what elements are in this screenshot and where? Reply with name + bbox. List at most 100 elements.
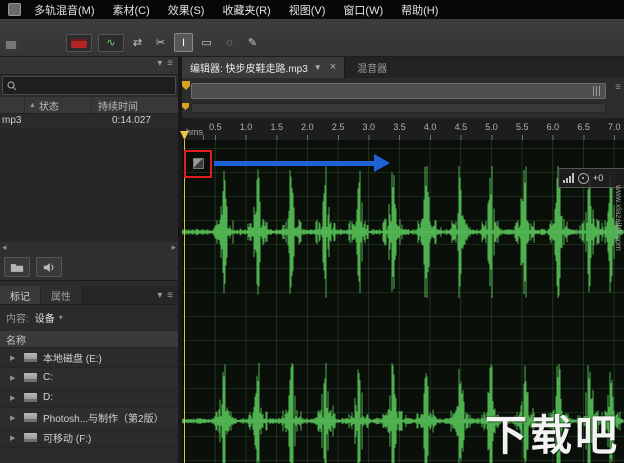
menu-item[interactable]: 帮助(H) [392,0,447,20]
ruler-tick-label: 0.5 [209,122,222,132]
drive-icon [24,353,37,362]
ruler-tick-label: 5.5 [515,122,529,132]
files-panel-buttons [0,254,178,281]
drive-row[interactable]: ▶ C: [0,368,178,388]
column-duration[interactable]: 持续时间 [92,98,138,113]
ruler-tick-label: 2.5 [331,122,345,132]
expand-arrow-icon[interactable]: ▶ [10,414,18,422]
menu-item[interactable]: 多轨混音(M) [25,0,104,20]
tab-dropdown-icon[interactable]: ▼ [314,63,322,72]
drive-row[interactable]: ▶ 本地磁盘 (E:) [0,348,178,368]
annotation-arrow [214,161,374,166]
menu-item[interactable]: 素材(C) [104,0,159,20]
scroll-right-icon[interactable]: ▸ [171,242,176,253]
drive-label: 本地磁盘 (E:) [43,354,102,365]
drive-row[interactable]: ▶ 可移动 (F:) [0,428,178,448]
ruler-tick-label: 3.5 [393,122,406,132]
file-list-columns[interactable]: ▲ 状态 持续时间 [0,96,178,114]
name-column-header[interactable]: 名称 [0,330,178,348]
file-list-area[interactable] [0,128,178,243]
tab-markers[interactable]: 标记 [0,286,41,304]
drive-icon [24,433,37,442]
drive-label: C: [43,372,53,383]
expand-arrow-icon[interactable]: ▶ [10,354,18,362]
editor-tab-label: 编辑器: 快步皮鞋走路.mp3 [190,63,308,75]
tab-properties[interactable]: 属性 [41,286,82,304]
sort-asc-icon: ▲ [29,101,36,109]
ruler-ticks: 0.5 1.0 1.5 2.0 2.5 3.0 3.5 4.0 4.5 5.0 … [200,122,624,132]
move-tool[interactable]: ⇄ [128,33,147,52]
mixer-tab[interactable]: 混音器 [345,56,399,78]
razor-tool[interactable]: ✂ [151,33,170,52]
expand-arrow-icon[interactable]: ▶ [10,374,18,382]
speaker-icon [43,262,54,272]
timeline-ruler[interactable]: hms 0.5 1.0 1.5 2.0 2.5 3.0 3.5 4.0 4.5 [180,118,624,141]
zoom-bar[interactable] [191,103,606,113]
ruler-tick-label: 5.0 [485,122,498,132]
menu-item[interactable]: 窗口(W) [334,0,392,20]
ruler-tick-label: 6.0 [546,122,560,132]
overview-menu-icon[interactable]: ≡ [615,82,621,93]
multitrack-view-button[interactable] [66,34,92,52]
drive-label: Photosh...与制作（第2版） [43,414,164,425]
marquee-tool[interactable]: ▭ [197,33,216,52]
drive-row[interactable]: ▶ D: [0,388,178,408]
overview-strip: ≡ [182,78,624,119]
gain-value: +0 [593,173,604,183]
tab-close-icon[interactable]: × [328,61,336,73]
menu-item[interactable]: 视图(V) [280,0,335,20]
navigation-bar[interactable] [191,83,606,99]
overview-marker-icon[interactable] [182,81,190,90]
highlight-box [184,150,212,178]
menu-item[interactable]: 收藏夹(R) [213,0,279,20]
search-box[interactable] [2,76,176,95]
search-input[interactable] [21,79,171,92]
ruler-tick-label: 2.0 [301,122,314,132]
import-file-button[interactable] [4,257,30,277]
column-status-label: 状态 [38,101,59,113]
preview-playback-button[interactable] [36,257,62,277]
logo-watermark: 下载吧 [484,411,620,460]
annotation-arrow-head [374,154,390,172]
view-buttons: ∿ [66,34,124,52]
zoom-marker-icon[interactable] [182,103,189,110]
column-spacer [0,97,25,113]
meter-bars-icon [563,173,574,183]
drive-label: 可移动 (F:) [43,434,92,445]
drive-icon [24,373,37,382]
multitrack-icon [71,38,87,48]
drive-label: D: [43,392,53,403]
editor-tab[interactable]: 编辑器: 快步皮鞋走路.mp3 ▼ × [182,56,346,78]
ruler-tick-label: 1.5 [270,122,283,132]
file-row[interactable]: mp3 0:14.027 [0,113,178,128]
menu-item[interactable]: 效果(S) [159,0,214,20]
content-row: 内容: 设备 ▾ [0,306,178,328]
waveform-view-button[interactable]: ∿ [98,34,124,52]
tool-buttons: ⇄ ✂ I ▭ ◌ ✎ [128,33,262,52]
nav-grip-handle[interactable] [593,86,602,96]
panel-menu-icon[interactable]: ▾ ≡ [157,58,174,69]
expand-arrow-icon[interactable]: ▶ [10,434,18,442]
scroll-left-icon[interactable]: ◂ [2,242,7,253]
file-duration: 0:14.027 [112,115,151,126]
media-panel-tabs: 标记 属性 ▾ ≡ [0,286,178,305]
name-header-label: 名称 [6,335,26,347]
expand-arrow-icon[interactable]: ▶ [10,394,18,402]
brush-tool[interactable]: ✎ [243,33,262,52]
playhead-line[interactable] [184,140,185,463]
content-value: 设备 [34,313,55,325]
content-label: 内容: [6,313,29,325]
gain-knob-icon[interactable] [578,172,589,184]
drive-icon [24,393,37,402]
chevron-down-icon: ▾ [58,312,63,322]
content-dropdown[interactable]: 设备 ▾ [35,310,63,325]
files-panel-header: ▾ ≡ [0,56,178,75]
app-icon [8,3,21,16]
lasso-tool[interactable]: ◌ [220,33,239,52]
drive-list: ▶ 本地磁盘 (E:) ▶ C: ▶ D: ▶ Photosh...与制作（第2… [0,348,178,448]
column-status[interactable]: ▲ 状态 [25,97,92,113]
drive-row[interactable]: ▶ Photosh...与制作（第2版） [0,408,178,428]
ibeam-tool[interactable]: I [174,33,193,52]
panel-dock-icon [4,39,18,51]
panel-menu-icon[interactable]: ▾ ≡ [157,290,174,301]
